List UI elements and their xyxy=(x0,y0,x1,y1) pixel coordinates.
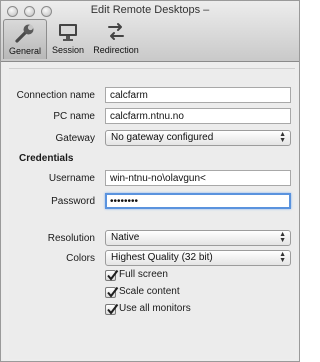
monitor-icon xyxy=(48,20,88,44)
scale-content-label: Scale content xyxy=(119,286,180,297)
full-screen-label: Full screen xyxy=(119,269,168,280)
colors-row: Colors Highest Quality (32 bit) ▲ ▼ xyxy=(9,249,295,269)
credentials-heading: Credentials xyxy=(19,153,74,164)
password-label: Password xyxy=(51,196,95,207)
connection-name-label: Connection name xyxy=(16,90,95,101)
checkbox-box[interactable] xyxy=(105,269,119,281)
updown-arrows-icon: ▲ ▼ xyxy=(279,251,286,264)
updown-arrows-icon: ▲ ▼ xyxy=(279,231,286,244)
edit-remote-desktops-window: Edit Remote Desktops – General Session R… xyxy=(0,0,300,362)
username-input[interactable] xyxy=(105,170,291,186)
checkmark-icon xyxy=(107,303,119,315)
gateway-row: Gateway No gateway configured ▲ ▼ xyxy=(9,129,295,149)
colors-select-value: Highest Quality (32 bit) xyxy=(111,252,213,263)
resolution-select-value: Native xyxy=(111,232,140,243)
gateway-label: Gateway xyxy=(55,133,95,144)
resolution-label: Resolution xyxy=(47,233,95,244)
pc-name-input[interactable] xyxy=(105,108,291,124)
resolution-select[interactable]: Native ▲ ▼ xyxy=(105,230,291,246)
checkmark-icon xyxy=(107,286,119,298)
connection-name-row: Connection name xyxy=(9,86,295,106)
window-title: Edit Remote Desktops – xyxy=(90,4,210,16)
username-label: Username xyxy=(48,173,95,184)
pc-name-row: PC name xyxy=(9,107,295,127)
redirection-icon xyxy=(90,20,142,44)
checkbox-box[interactable] xyxy=(105,303,119,315)
tab-session[interactable]: Session xyxy=(48,19,88,59)
gateway-select-value: No gateway configured xyxy=(111,132,214,143)
tab-redirection[interactable]: Redirection xyxy=(90,19,142,59)
username-row: Username xyxy=(9,169,295,189)
general-panel: Connection name PC name Gateway No gatew… xyxy=(3,62,297,361)
wrench-icon xyxy=(4,21,46,45)
tab-session-label: Session xyxy=(51,45,85,55)
password-row: Password xyxy=(9,192,295,212)
updown-arrows-icon: ▲ ▼ xyxy=(279,131,286,144)
checkmark-icon xyxy=(107,269,119,281)
gateway-select[interactable]: No gateway configured ▲ ▼ xyxy=(105,130,291,146)
colors-label: Colors xyxy=(66,253,95,264)
pc-name-label: PC name xyxy=(53,111,95,122)
tab-general-label: General xyxy=(8,46,42,56)
tab-redirection-label: Redirection xyxy=(93,45,139,55)
use-all-monitors-label: Use all monitors xyxy=(119,303,191,314)
toolbar: Edit Remote Desktops – General Session R… xyxy=(1,1,299,62)
resolution-row: Resolution Native ▲ ▼ xyxy=(9,229,295,249)
connection-name-input[interactable] xyxy=(105,87,291,103)
checkbox-box[interactable] xyxy=(105,286,119,298)
general-settings-group: Connection name PC name Gateway No gatew… xyxy=(9,68,295,359)
colors-select[interactable]: Highest Quality (32 bit) ▲ ▼ xyxy=(105,250,291,266)
password-input[interactable] xyxy=(105,193,291,209)
tab-general[interactable]: General xyxy=(3,19,47,59)
